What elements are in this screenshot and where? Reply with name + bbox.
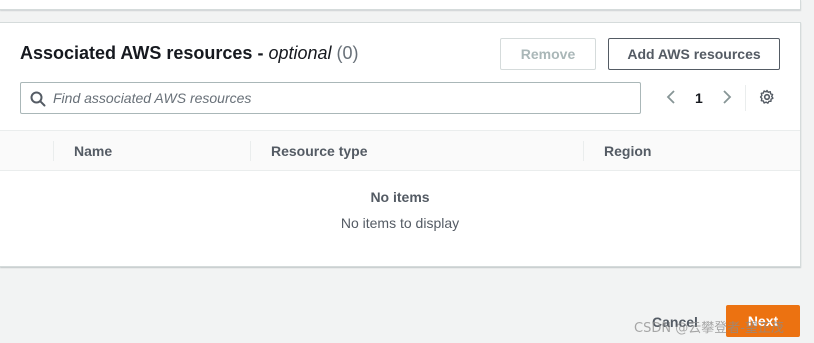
remove-button[interactable]: Remove (500, 38, 596, 70)
optional-label: optional (268, 43, 332, 63)
column-header-region[interactable]: Region (604, 143, 651, 159)
table-header: Name Resource type Region (0, 130, 800, 171)
column-divider (583, 141, 584, 161)
empty-state-subtitle: No items to display (340, 215, 460, 231)
search-field[interactable] (20, 82, 641, 114)
gear-icon[interactable] (759, 89, 775, 105)
column-divider (250, 141, 251, 161)
section-title: Associated AWS resources - optional (0) (20, 43, 359, 63)
column-divider (53, 141, 54, 161)
column-header-resource-type[interactable]: Resource type (271, 143, 367, 159)
add-aws-resources-button[interactable]: Add AWS resources (608, 38, 780, 70)
associated-resources-container: Associated AWS resources - optional (0) … (0, 22, 801, 267)
empty-state-title: No items (370, 189, 430, 205)
previous-panel (0, 0, 801, 10)
current-page-number[interactable]: 1 (695, 90, 703, 106)
column-header-name[interactable]: Name (74, 143, 112, 159)
resource-count: (0) (336, 43, 359, 63)
chevron-right-icon[interactable] (720, 89, 734, 105)
search-icon (30, 91, 46, 107)
watermark-text: CSDN @云攀登者-望正茂 (634, 321, 784, 336)
search-input[interactable] (53, 88, 633, 108)
pager-divider (745, 85, 746, 111)
chevron-left-icon[interactable] (664, 89, 678, 105)
